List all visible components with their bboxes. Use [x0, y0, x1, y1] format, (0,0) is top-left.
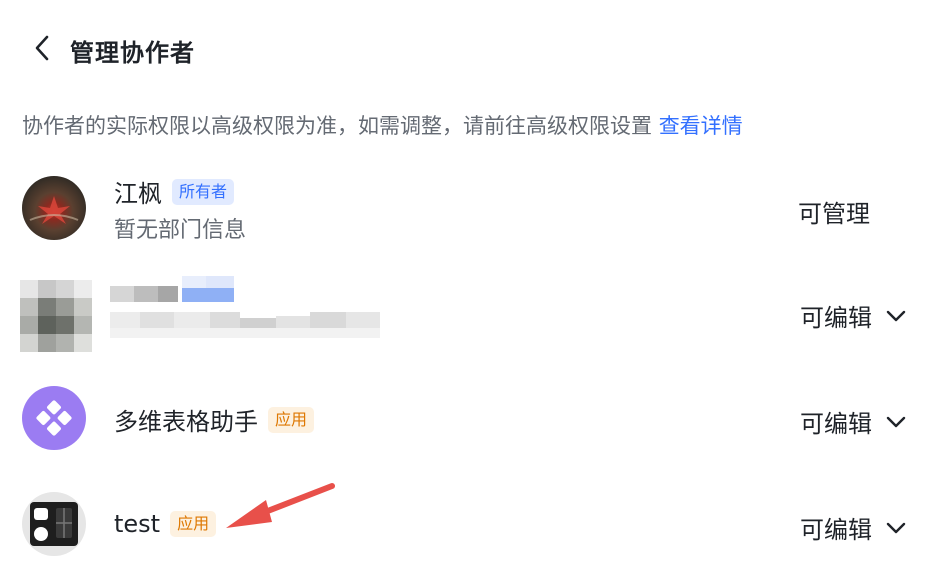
collaborator-name: 多维表格助手	[114, 408, 258, 436]
collaborator-name: 江枫	[114, 180, 162, 208]
avatar	[22, 176, 86, 240]
annotation-arrow-icon	[226, 483, 335, 528]
permission-dropdown[interactable]: 可编辑	[800, 404, 906, 439]
app-badge: 应用	[170, 511, 217, 537]
collaborator-row-bitable-assistant: 多维表格助手 应用 可编辑	[0, 368, 950, 472]
department-info: 暂无部门信息	[114, 218, 247, 243]
permission-dropdown[interactable]: 可编辑	[800, 298, 906, 333]
chevron-down-icon	[886, 416, 906, 427]
permission-label: 可管理	[798, 194, 870, 229]
chevron-down-icon	[886, 310, 906, 321]
chevron-down-icon	[886, 522, 906, 533]
name-line: 多维表格助手 应用	[114, 402, 315, 437]
app-icon	[30, 502, 78, 546]
test-app-avatar	[22, 492, 86, 556]
collaborator-row-blurred: 可编辑	[0, 262, 950, 366]
pixelated-avatar	[20, 280, 92, 352]
permission-text: 可管理	[798, 200, 870, 228]
bitable-assistant-avatar	[22, 386, 86, 450]
app-badge: 应用	[268, 406, 315, 433]
name-line: 江枫 所有者	[114, 174, 235, 209]
collaborator-row-owner: 江枫 所有者 暂无部门信息 可管理	[0, 160, 950, 264]
avatar-blurred	[20, 280, 92, 352]
page-title: 管理协作者	[70, 39, 195, 67]
pixelated-name	[110, 276, 380, 338]
avatar-image	[29, 196, 79, 224]
permission-dropdown[interactable]: 可编辑	[800, 510, 906, 545]
back-button[interactable]	[28, 34, 56, 62]
collaborator-row-test: test 应用 可编辑	[0, 474, 950, 578]
notice-text: 协作者的实际权限以高级权限为准，如需调整，请前往高级权限设置	[22, 114, 652, 138]
permission-text: 可编辑	[800, 304, 872, 332]
permission-text: 可编辑	[800, 410, 872, 438]
diamond-logo-icon	[36, 400, 72, 436]
owner-badge: 所有者	[172, 178, 235, 205]
header: 管理协作者	[0, 22, 950, 74]
collaborator-name: test	[114, 510, 161, 538]
permission-text: 可编辑	[800, 516, 872, 544]
chevron-left-icon	[35, 35, 49, 61]
permission-notice: 协作者的实际权限以高级权限为准，如需调整，请前往高级权限设置 查看详情	[22, 110, 743, 140]
view-details-link[interactable]: 查看详情	[659, 114, 743, 138]
name-line: test 应用	[114, 510, 217, 538]
